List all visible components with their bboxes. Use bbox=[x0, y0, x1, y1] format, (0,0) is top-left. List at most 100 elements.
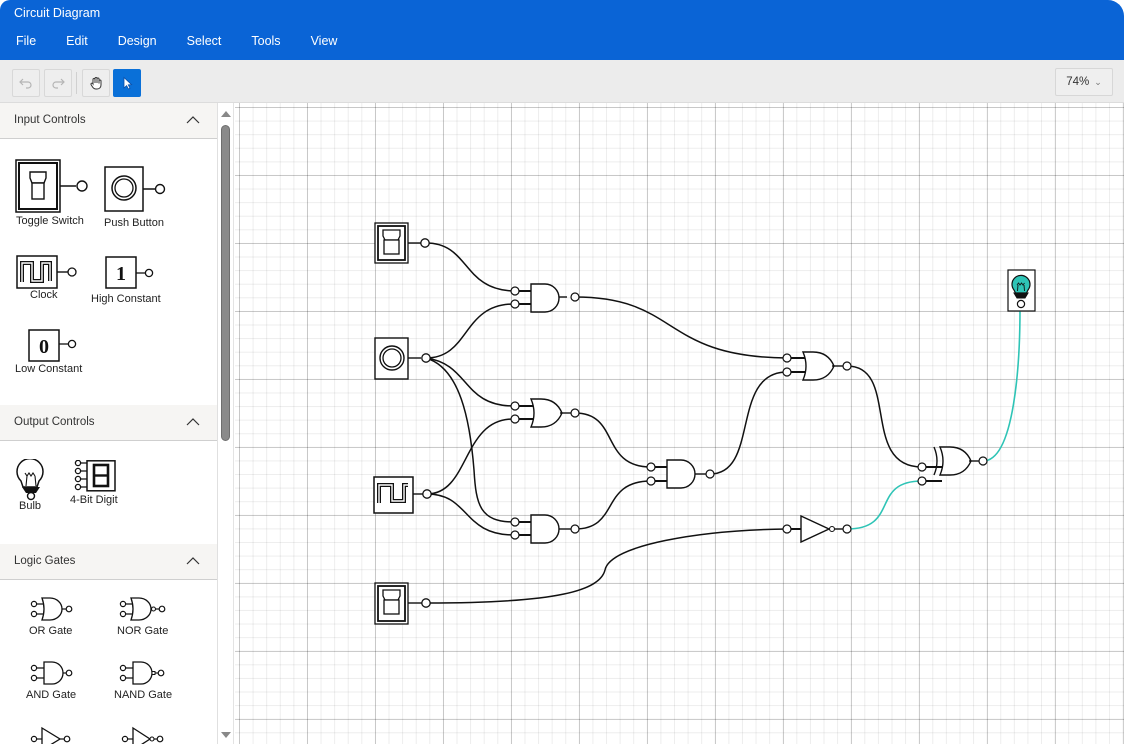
redo-icon bbox=[52, 78, 65, 89]
palette-item-label: Bulb bbox=[19, 500, 42, 512]
scrollbar-thumb[interactable] bbox=[221, 125, 230, 441]
palette-push-button[interactable]: Push Button bbox=[103, 165, 183, 233]
menu-bar: File Edit Design Select Tools View bbox=[0, 34, 351, 54]
title-bar: Circuit Diagram File Edit Design Select … bbox=[0, 0, 1124, 60]
scroll-up-arrow-icon[interactable] bbox=[221, 111, 231, 117]
menu-select[interactable]: Select bbox=[171, 34, 222, 54]
scroll-down-arrow-icon[interactable] bbox=[221, 732, 231, 738]
zoom-dropdown[interactable]: 74% ⌄ bbox=[1055, 68, 1113, 96]
pointer-select-icon bbox=[123, 76, 133, 90]
or-gate-component bbox=[782, 351, 852, 381]
chevron-up-icon[interactable] bbox=[186, 113, 200, 127]
low-constant-icon: 0 bbox=[28, 329, 77, 362]
palette-item-label: Push Button bbox=[104, 217, 164, 229]
palette-low-constant[interactable]: 0 Low Constant bbox=[15, 329, 95, 379]
or-gate-icon bbox=[30, 597, 73, 621]
menu-tools[interactable]: Tools bbox=[235, 34, 280, 54]
palette-not-gate[interactable] bbox=[121, 725, 171, 744]
clock-component bbox=[373, 476, 432, 514]
redo-button[interactable] bbox=[44, 69, 72, 97]
nand-gate-icon bbox=[119, 661, 165, 685]
wire bbox=[574, 412, 652, 468]
clock-icon bbox=[16, 255, 77, 289]
diagram-canvas[interactable] bbox=[235, 103, 1124, 744]
chevron-up-icon[interactable] bbox=[186, 554, 200, 568]
toggle-switch-component bbox=[374, 582, 431, 625]
undo-button[interactable] bbox=[12, 69, 40, 97]
wire bbox=[574, 296, 788, 359]
bulb-component bbox=[1007, 269, 1036, 312]
not-gate-icon bbox=[121, 726, 164, 744]
wire bbox=[425, 357, 515, 523]
palette-nand-gate[interactable]: NAND Gate bbox=[113, 661, 183, 701]
active-wire bbox=[846, 480, 923, 530]
svg-text:0: 0 bbox=[39, 336, 49, 358]
wire bbox=[425, 242, 515, 292]
palette-item-label: OR Gate bbox=[29, 625, 73, 637]
menu-edit[interactable]: Edit bbox=[50, 34, 88, 54]
chevron-down-icon: ⌄ bbox=[1094, 76, 1102, 87]
toolbar: 74% ⌄ bbox=[0, 60, 1124, 103]
push-button-icon bbox=[104, 166, 166, 212]
wire bbox=[574, 480, 652, 530]
buffer-icon bbox=[30, 726, 71, 744]
section-header-output-controls[interactable]: Output Controls bbox=[0, 405, 217, 441]
pan-tool-button[interactable] bbox=[82, 69, 110, 97]
palette-and-gate[interactable]: AND Gate bbox=[26, 661, 96, 701]
palette-item-label: 4-Bit Digit bbox=[70, 494, 118, 506]
circuit-drawing bbox=[373, 222, 1036, 625]
not-gate-component bbox=[782, 514, 852, 544]
menu-file[interactable]: File bbox=[0, 34, 36, 54]
chevron-up-icon[interactable] bbox=[186, 415, 200, 429]
palette-item-label: AND Gate bbox=[26, 689, 77, 701]
app-title: Circuit Diagram bbox=[14, 6, 101, 20]
wire bbox=[426, 493, 515, 536]
seven-segment-digit-icon bbox=[74, 460, 116, 492]
app-window: Circuit Diagram File Edit Design Select … bbox=[0, 0, 1124, 744]
and-gate-icon bbox=[30, 661, 73, 685]
nor-gate-icon bbox=[119, 597, 166, 621]
palette-4-bit-digit[interactable]: 4-Bit Digit bbox=[70, 460, 130, 510]
hand-pan-icon bbox=[90, 77, 102, 90]
svg-text:1: 1 bbox=[116, 263, 126, 285]
palette-or-gate[interactable]: OR Gate bbox=[26, 597, 86, 637]
palette-bulb[interactable]: Bulb bbox=[14, 459, 54, 515]
section-header-input-controls[interactable]: Input Controls bbox=[0, 103, 217, 139]
section-header-logic-gates[interactable]: Logic Gates bbox=[0, 544, 217, 580]
symbol-palette: Input Controls Toggle Switch Push Button… bbox=[0, 103, 218, 744]
zoom-level: 74% bbox=[1066, 76, 1090, 88]
palette-toggle-switch[interactable]: Toggle Switch bbox=[14, 158, 94, 228]
xor-gate-component bbox=[917, 446, 988, 486]
active-wire bbox=[982, 308, 1021, 462]
wire bbox=[846, 365, 923, 468]
and-gate-component bbox=[646, 459, 715, 489]
palette-item-label: High Constant bbox=[91, 293, 161, 305]
menu-view[interactable]: View bbox=[295, 34, 338, 54]
high-constant-icon: 1 bbox=[105, 256, 154, 289]
palette-item-label: Toggle Switch bbox=[16, 215, 84, 227]
and-gate-component bbox=[510, 514, 580, 544]
palette-item-label: Clock bbox=[30, 289, 58, 301]
wire bbox=[426, 418, 515, 495]
palette-item-label: NOR Gate bbox=[117, 625, 169, 637]
bulb-icon bbox=[16, 459, 44, 501]
palette-nor-gate[interactable]: NOR Gate bbox=[113, 597, 183, 637]
select-tool-button[interactable] bbox=[113, 69, 141, 97]
toggle-switch-component bbox=[374, 222, 430, 264]
palette-high-constant[interactable]: 1 High Constant bbox=[91, 256, 181, 306]
palette-buffer[interactable] bbox=[30, 725, 80, 744]
undo-icon bbox=[19, 78, 32, 89]
palette-scrollbar[interactable] bbox=[218, 103, 234, 744]
and-gate-component bbox=[510, 283, 580, 313]
section-title: Input Controls bbox=[14, 114, 86, 126]
wire bbox=[425, 303, 515, 359]
menu-design[interactable]: Design bbox=[102, 34, 157, 54]
palette-item-label: Low Constant bbox=[15, 363, 83, 375]
palette-item-label: NAND Gate bbox=[114, 689, 173, 701]
toggle-switch-icon bbox=[15, 159, 88, 213]
wire bbox=[709, 371, 788, 475]
or-gate-component bbox=[510, 398, 580, 428]
palette-clock[interactable]: Clock bbox=[16, 255, 86, 305]
section-title: Logic Gates bbox=[14, 555, 76, 567]
section-title: Output Controls bbox=[14, 416, 95, 428]
